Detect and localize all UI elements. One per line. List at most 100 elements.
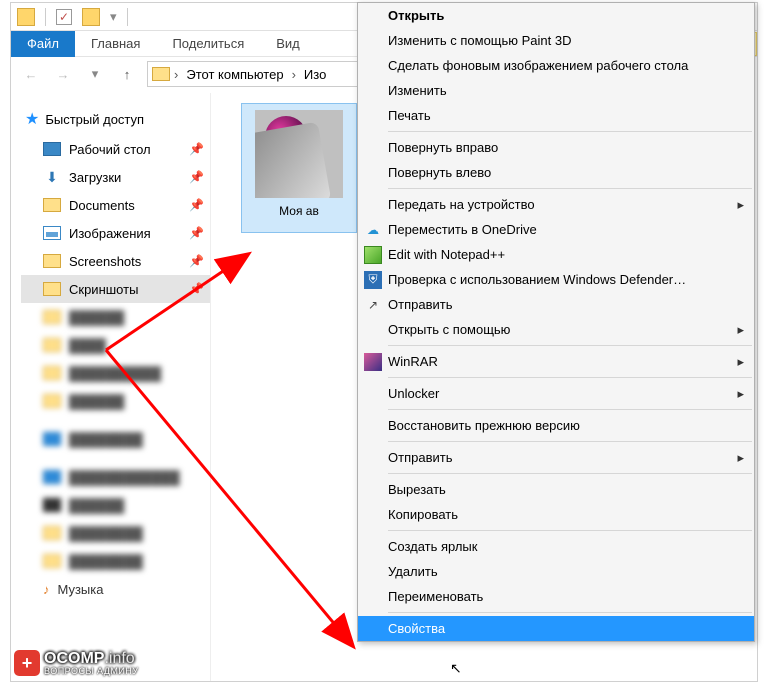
separator <box>388 441 752 442</box>
sidebar-item-label: Изображения <box>69 226 151 241</box>
pc-icon <box>43 470 61 484</box>
sidebar-item-screenshots-ru[interactable]: Скриншоты 📌 <box>21 275 210 303</box>
sidebar-item-blurred: ████████████ <box>21 463 210 491</box>
defender-icon: ⛨ <box>364 271 382 289</box>
sidebar-item-desktop[interactable]: Рабочий стол 📌 <box>21 135 210 163</box>
crumb-root[interactable]: Этот компьютер <box>182 67 287 82</box>
sidebar-item-blurred: ████████ <box>21 547 210 575</box>
ctx-edit[interactable]: Изменить <box>358 78 754 103</box>
video-icon <box>43 498 61 512</box>
chevron-right-icon: ▸ <box>737 322 744 338</box>
ctx-cut[interactable]: Вырезать <box>358 477 754 502</box>
back-button[interactable]: ← <box>19 62 43 86</box>
folder-icon <box>43 338 61 352</box>
onedrive-icon: ☁ <box>364 221 382 239</box>
watermark-sub: ВОПРОСЫ АДМИНУ <box>44 667 139 676</box>
ctx-cast[interactable]: Передать на устройство▸ <box>358 192 754 217</box>
ctx-onedrive[interactable]: ☁Переместить в OneDrive <box>358 217 754 242</box>
sidebar-item-music[interactable]: ♪ Музыка <box>21 575 210 603</box>
folder-icon <box>43 366 61 380</box>
desktop-icon <box>43 142 61 156</box>
ctx-rotate-right[interactable]: Повернуть вправо <box>358 135 754 160</box>
sidebar-item-label: Screenshots <box>69 254 141 269</box>
folder-icon <box>43 526 61 540</box>
tab-file[interactable]: Файл <box>11 31 75 57</box>
chevron-right-icon: ▸ <box>737 354 744 370</box>
chevron-right-icon: ▸ <box>737 197 744 213</box>
sidebar-item-images[interactable]: Изображения 📌 <box>21 219 210 247</box>
ctx-restore[interactable]: Восстановить прежнюю версию <box>358 413 754 438</box>
pin-icon: 📌 <box>189 142 204 156</box>
sidebar-item-downloads[interactable]: ⬇ Загрузки 📌 <box>21 163 210 191</box>
separator <box>388 345 752 346</box>
sidebar-item-blurred: ██████████ <box>21 359 210 387</box>
folder-icon <box>43 394 61 408</box>
sidebar-quick-access[interactable]: ★ Быстрый доступ <box>21 103 210 135</box>
ctx-copy[interactable]: Копировать <box>358 502 754 527</box>
ctx-notepadpp[interactable]: Edit with Notepad++ <box>358 242 754 267</box>
folder-icon <box>82 8 100 26</box>
file-label: Моя ав <box>248 204 350 218</box>
share-icon: ↗ <box>364 296 382 314</box>
ctx-open-with[interactable]: Открыть с помощью ▸ <box>358 317 754 342</box>
ctx-label: Unlocker <box>388 386 439 401</box>
chevron-right-icon[interactable]: › <box>174 67 178 82</box>
pin-icon: 📌 <box>189 282 204 296</box>
ctx-label: Отправить <box>388 450 452 465</box>
separator <box>388 131 752 132</box>
thumbnail-image <box>255 110 343 198</box>
onedrive-icon <box>43 432 61 446</box>
ctx-label: Открыть с помощью <box>388 322 510 337</box>
chevron-right-icon: ▸ <box>737 450 744 466</box>
ctx-rotate-left[interactable]: Повернуть влево <box>358 160 754 185</box>
star-icon: ★ <box>25 109 39 129</box>
pin-icon: 📌 <box>189 198 204 212</box>
ctx-delete[interactable]: Удалить <box>358 559 754 584</box>
ctx-wallpaper[interactable]: Сделать фоновым изображением рабочего ст… <box>358 53 754 78</box>
ctx-defender[interactable]: ⛨Проверка с использованием Windows Defen… <box>358 267 754 292</box>
forward-button[interactable]: → <box>51 62 75 86</box>
sidebar-item-screenshots[interactable]: Screenshots 📌 <box>21 247 210 275</box>
folder-icon <box>17 8 35 26</box>
sidebar-item-label: Скриншоты <box>69 282 138 297</box>
chevron-right-icon[interactable]: › <box>292 67 296 82</box>
ctx-unlocker[interactable]: Unlocker▸ <box>358 381 754 406</box>
sidebar-item-blurred: ██████ <box>21 303 210 331</box>
ctx-print[interactable]: Печать <box>358 103 754 128</box>
music-icon: ♪ <box>43 582 50 597</box>
separator <box>388 612 752 613</box>
separator <box>388 377 752 378</box>
sidebar-item-blurred: ██████ <box>21 387 210 415</box>
tab-share[interactable]: Поделиться <box>156 36 260 51</box>
ctx-rename[interactable]: Переименовать <box>358 584 754 609</box>
sidebar-item-blurred: ████████ <box>21 425 210 453</box>
ctx-share[interactable]: ↗Отправить <box>358 292 754 317</box>
sidebar-item-documents[interactable]: Documents 📌 <box>21 191 210 219</box>
ctx-paint3d[interactable]: Изменить с помощью Paint 3D <box>358 28 754 53</box>
tab-view[interactable]: Вид <box>260 36 316 51</box>
ctx-label: Edit with Notepad++ <box>388 247 505 262</box>
chevron-down-icon[interactable]: ▾ <box>110 9 117 25</box>
crumb-next[interactable]: Изо <box>300 67 330 82</box>
checkbox-icon[interactable]: ✓ <box>56 9 72 25</box>
watermark: + OCOMP.info ВОПРОСЫ АДМИНУ <box>14 650 139 676</box>
cursor-icon: ↖ <box>450 660 462 677</box>
up-button[interactable]: ↑ <box>115 62 139 86</box>
pin-icon: 📌 <box>189 226 204 240</box>
folder-icon <box>43 198 61 212</box>
ctx-open[interactable]: Открыть <box>358 3 754 28</box>
file-thumb[interactable]: Моя ав <box>241 103 357 233</box>
ctx-shortcut[interactable]: Создать ярлык <box>358 534 754 559</box>
ctx-winrar[interactable]: WinRAR▸ <box>358 349 754 374</box>
recent-dropdown-icon[interactable]: ▾ <box>83 62 107 86</box>
ctx-properties[interactable]: Свойства <box>358 616 754 641</box>
ctx-sendto[interactable]: Отправить ▸ <box>358 445 754 470</box>
notepadpp-icon <box>364 246 382 264</box>
separator <box>388 473 752 474</box>
sidebar: ★ Быстрый доступ Рабочий стол 📌 ⬇ Загруз… <box>11 93 211 681</box>
sidebar-item-label: Загрузки <box>69 170 121 185</box>
sidebar-item-blurred: ████ <box>21 331 210 359</box>
plus-icon: + <box>14 650 40 676</box>
pin-icon: 📌 <box>189 254 204 268</box>
tab-home[interactable]: Главная <box>75 36 156 51</box>
